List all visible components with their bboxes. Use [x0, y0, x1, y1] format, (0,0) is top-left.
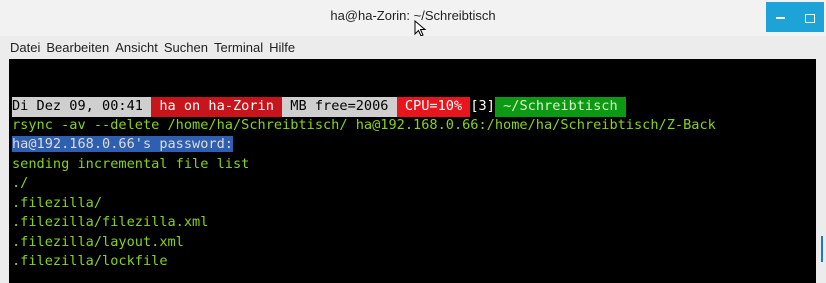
menu-ansicht[interactable]: Ansicht: [112, 40, 161, 55]
minimize-button[interactable]: [769, 9, 793, 25]
output-line: ./: [12, 175, 29, 191]
prompt-jobs: [3]: [470, 97, 495, 117]
menu-terminal[interactable]: Terminal: [211, 40, 266, 55]
output-line: .filezilla/lockfile: [12, 253, 168, 269]
minimize-icon: [776, 17, 785, 20]
title-bar[interactable]: ha@ha-Zorin: ~/Schreibtisch: [0, 0, 826, 37]
menu-datei[interactable]: Datei: [0, 40, 43, 55]
terminal-output[interactable]: Di Dez 09, 00:41 ha on ha-Zorin MB free=…: [9, 59, 816, 283]
maximize-button[interactable]: [798, 9, 822, 25]
output-line: .filezilla/filezilla.xml: [12, 214, 209, 230]
prompt-directory: ~/Schreibtisch: [494, 97, 626, 117]
scroll-indicator[interactable]: [821, 236, 823, 262]
output-line: sending incremental file list: [12, 156, 250, 172]
terminal-window: ha@ha-Zorin: ~/Schreibtisch Datei Bearbe…: [0, 0, 826, 283]
prompt-date: Di Dez 09, 00:41: [12, 97, 152, 117]
menu-bearbeiten[interactable]: Bearbeiten: [43, 40, 112, 55]
prompt-line: Di Dez 09, 00:41 ha on ha-Zorin MB free=…: [12, 97, 626, 117]
menu-hilfe[interactable]: Hilfe: [266, 40, 298, 55]
password-prompt[interactable]: ha@192.168.0.66's password:: [12, 136, 233, 152]
menu-suchen[interactable]: Suchen: [161, 40, 211, 55]
maximize-icon: [804, 13, 815, 23]
prompt-mem-free: MB free=2006: [282, 97, 397, 117]
output-line: .filezilla/layout.xml: [12, 234, 184, 250]
command-line: rsync -av --delete /home/ha/Schreibtisch…: [12, 117, 716, 133]
password-line: ha@192.168.0.66's password:: [12, 135, 233, 155]
prompt-cpu: CPU=10%: [396, 97, 471, 117]
prompt-host: ha on ha-Zorin: [151, 97, 283, 117]
window-title: ha@ha-Zorin: ~/Schreibtisch: [330, 8, 496, 23]
window-controls: [766, 2, 824, 32]
menu-bar: Datei Bearbeiten Ansicht Suchen Terminal…: [0, 36, 826, 58]
output-line: .filezilla/: [12, 195, 103, 211]
